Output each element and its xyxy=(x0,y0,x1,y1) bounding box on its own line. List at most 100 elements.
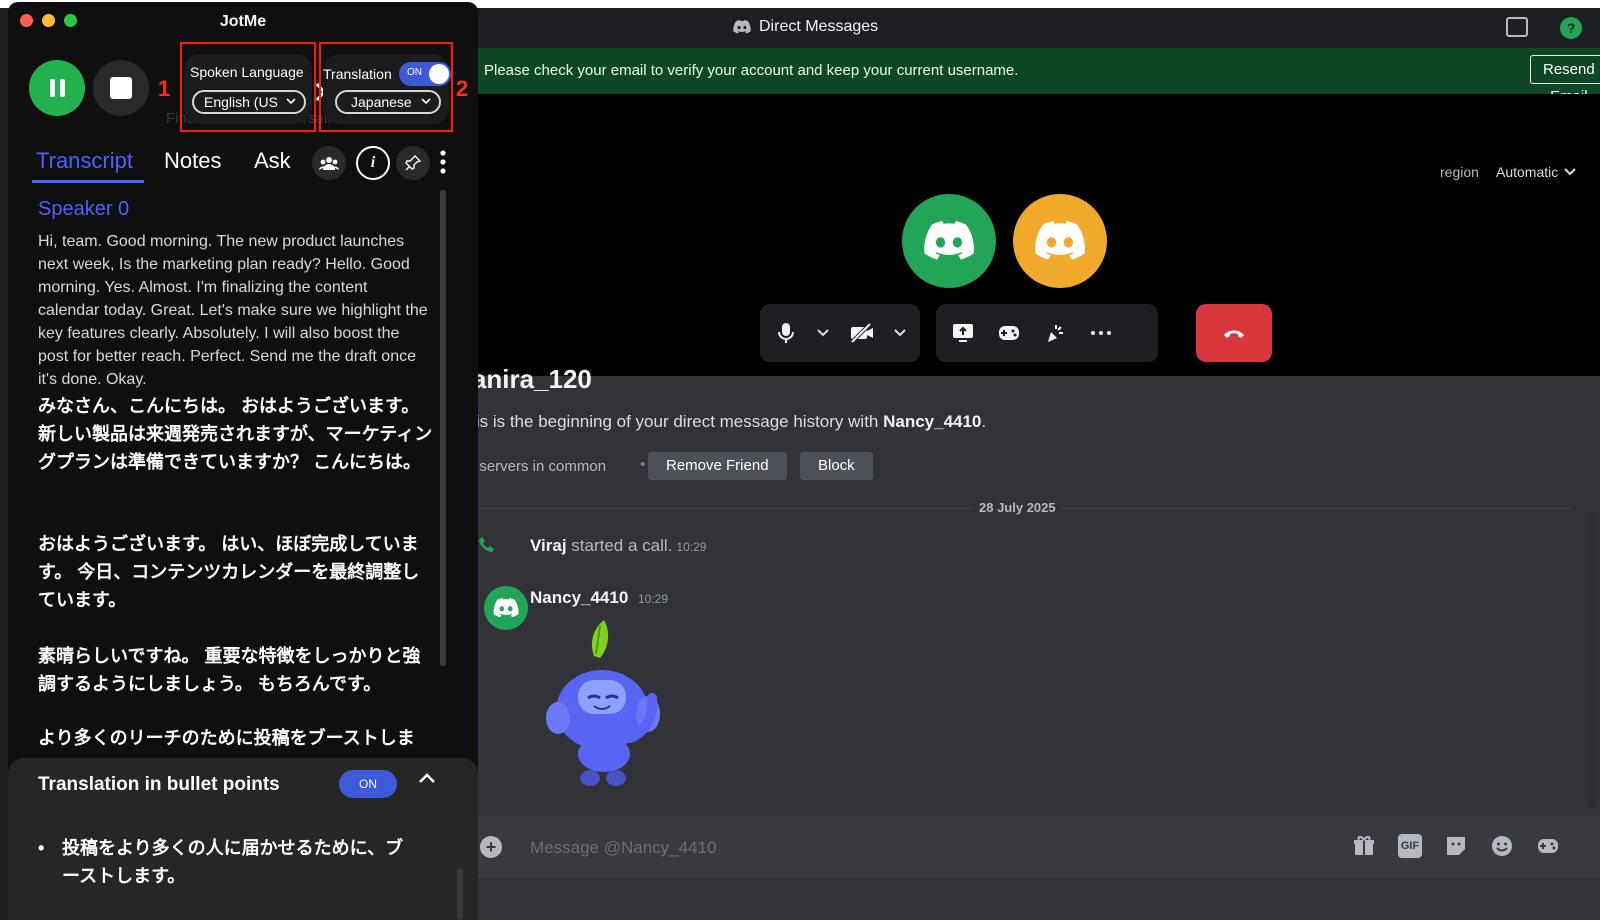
call-area: region Automatic xyxy=(470,94,1600,376)
pin-icon[interactable] xyxy=(396,146,430,180)
bullet-translation-panel: Translation in bullet points ON 投稿をより多くの… xyxy=(8,758,478,920)
translation-language-value: Japanese xyxy=(351,94,412,110)
bullet-list: 投稿をより多くの人に届かせるために、ブーストします。 xyxy=(38,834,418,890)
info-icon[interactable]: i xyxy=(356,146,390,180)
system-text: Viraj started a call. 10:29 xyxy=(530,536,706,556)
help-icon[interactable]: ? xyxy=(1560,17,1582,39)
bullet-panel-toggle[interactable]: ON xyxy=(339,770,397,798)
beginning-user: Nancy_4410 xyxy=(883,412,982,431)
chevron-down-icon xyxy=(421,92,431,112)
jotme-panel: JotMe Find or start a conversation 1 Spo… xyxy=(8,2,478,920)
more-options-icon[interactable] xyxy=(1088,320,1114,346)
speaker-label: Speaker 0 xyxy=(38,198,130,220)
translation-language-select[interactable]: Japanese xyxy=(335,90,441,114)
apps-gamepad-icon[interactable] xyxy=(1536,834,1560,858)
beginning-suffix: . xyxy=(981,412,987,431)
block-button[interactable]: Block xyxy=(800,452,873,480)
message-composer: + Message @Nancy_4410 GIF xyxy=(470,816,1600,878)
transcript-japanese-paragraph: おはようございます。 はい、ほぼ完成しています。 今日、コンテンツカレンダーを最… xyxy=(38,534,420,610)
region-label: region xyxy=(1440,164,1479,180)
date-label: 28 July 2025 xyxy=(973,500,1062,515)
stop-icon xyxy=(110,77,132,99)
list-item: 投稿をより多くの人に届かせるために、ブーストします。 xyxy=(38,834,418,890)
participant-avatar-green[interactable] xyxy=(902,194,996,288)
mic-camera-controls xyxy=(760,304,920,362)
system-action: started a call. xyxy=(566,536,673,555)
region-select[interactable]: Automatic xyxy=(1496,164,1576,180)
translation-label: Translation xyxy=(323,66,392,82)
pause-bar-icon xyxy=(49,79,55,97)
translation-card: Translation ON Japanese xyxy=(323,54,451,124)
spoken-language-card: Spoken Language English (US xyxy=(184,54,312,124)
sticker-icon[interactable] xyxy=(1444,834,1468,858)
participant-avatar-orange[interactable] xyxy=(1013,194,1107,288)
tab-notes[interactable]: Notes xyxy=(164,148,221,174)
chevron-down-icon[interactable] xyxy=(817,326,830,340)
call-system-message: Viraj started a call. 10:29 xyxy=(470,536,1070,560)
beginning-prefix: This is the beginning of your direct mes… xyxy=(456,412,884,431)
system-time: 10:29 xyxy=(676,540,707,554)
gif-icon[interactable]: GIF xyxy=(1398,834,1422,858)
phone-hangup-icon xyxy=(1224,330,1244,338)
servers-in-common: No servers in common xyxy=(456,458,607,475)
translation-toggle-state: ON xyxy=(407,67,422,78)
chevron-up-icon[interactable] xyxy=(418,768,436,789)
pause-recording-button[interactable] xyxy=(29,60,85,116)
inbox-icon[interactable] xyxy=(1506,17,1528,37)
screen-share-icon[interactable] xyxy=(950,320,976,346)
active-tab-underline xyxy=(32,180,144,183)
wumpus-sticker xyxy=(546,620,660,786)
spoken-language-label: Spoken Language xyxy=(190,64,304,80)
chat-scrollbar-track[interactable] xyxy=(1588,516,1596,808)
microphone-icon[interactable] xyxy=(774,320,797,346)
stop-recording-button[interactable] xyxy=(93,60,149,116)
chevron-down-icon[interactable] xyxy=(894,326,906,340)
toggle-knob xyxy=(429,64,449,84)
message-input[interactable]: Message @Nancy_4410 xyxy=(530,838,716,858)
region-value: Automatic xyxy=(1496,164,1559,180)
soundboard-icon[interactable] xyxy=(1042,320,1068,346)
jotme-tabs: Transcript Notes Ask i xyxy=(8,142,478,186)
camera-off-icon[interactable] xyxy=(850,320,874,346)
discord-logo-icon xyxy=(493,598,519,618)
transcript-japanese-paragraph: より多くのリーチのために投稿をブーストしま xyxy=(38,728,415,748)
window-title: Direct Messages xyxy=(733,18,878,36)
annotation-number-1: 1 xyxy=(158,76,171,101)
chat-beginning-text: This is the beginning of your direct mes… xyxy=(456,412,986,432)
emoji-icon[interactable] xyxy=(1490,834,1514,858)
avatar[interactable] xyxy=(484,586,528,630)
window-title-text: Direct Messages xyxy=(759,18,879,35)
tab-ask[interactable]: Ask xyxy=(254,148,291,174)
transcript-scrollbar[interactable] xyxy=(440,190,446,666)
gamepad-icon[interactable] xyxy=(996,320,1022,346)
discord-logo-icon xyxy=(924,221,974,260)
transcript-english-text: Hi, team. Good morning. The new product … xyxy=(38,233,428,388)
composer-tools: GIF xyxy=(1352,834,1560,858)
message-author[interactable]: Nancy_4410 xyxy=(530,588,628,608)
transcript-japanese-paragraph: 素晴らしいですね。 重要な特徴をしっかりと強調するようにしましょう。 もちろんで… xyxy=(38,646,421,694)
transcript-japanese-paragraph: みなさん、こんにちは。 おはようございます。新しい製品は来週発売されますが、マー… xyxy=(38,396,433,472)
system-user[interactable]: Viraj xyxy=(530,536,567,555)
separator-dot: • xyxy=(640,456,646,473)
gift-icon[interactable] xyxy=(1352,834,1376,858)
verify-email-banner: Please check your email to verify your a… xyxy=(470,48,1600,105)
chevron-down-icon xyxy=(1564,168,1576,176)
transcript-content: Speaker 0 Hi, team. Good morning. The ne… xyxy=(8,190,478,760)
resend-email-button[interactable]: Resend Email xyxy=(1530,55,1600,105)
translation-toggle[interactable]: ON xyxy=(399,62,451,86)
more-menu-icon[interactable] xyxy=(440,150,446,174)
chat-area: nanira_120 This is the beginning of your… xyxy=(456,364,1600,920)
screen: Direct Messages ? Please check your emai… xyxy=(0,0,1600,920)
activity-controls xyxy=(936,304,1158,362)
tab-transcript[interactable]: Transcript xyxy=(36,148,133,174)
spoken-language-select[interactable]: English (US xyxy=(192,90,306,114)
jotme-app-name: JotMe xyxy=(219,13,267,30)
phone-icon xyxy=(478,536,496,559)
participants-icon[interactable] xyxy=(312,146,346,180)
banner-message: Please check your email to verify your a… xyxy=(484,62,1019,79)
add-attachment-icon[interactable]: + xyxy=(480,836,502,858)
bullet-panel-title: Translation in bullet points xyxy=(38,774,280,795)
hang-up-button[interactable] xyxy=(1196,304,1272,362)
remove-friend-button[interactable]: Remove Friend xyxy=(648,452,787,480)
bullet-panel-scrollbar[interactable] xyxy=(457,868,463,920)
